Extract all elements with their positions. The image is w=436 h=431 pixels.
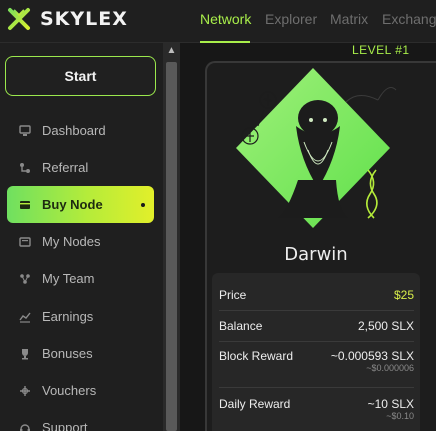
nodes-icon <box>18 235 32 249</box>
row-divider <box>219 310 414 311</box>
support-icon <box>18 421 32 431</box>
sidebar-item-label: Dashboard <box>42 123 106 138</box>
block-reward-label: Block Reward <box>219 349 294 363</box>
sidebar-scrollbar-thumb[interactable] <box>166 62 177 431</box>
brand[interactable]: SKYLEX <box>6 6 128 32</box>
team-icon <box>18 272 32 286</box>
referral-icon <box>18 161 32 175</box>
balance-value: 2,500 SLX <box>357 319 414 333</box>
start-button[interactable]: Start <box>5 56 156 96</box>
balance-row: Balance 2,500 SLX <box>219 319 414 333</box>
balance-label: Balance <box>219 319 263 333</box>
sidebar-item-label: Buy Node <box>42 197 103 212</box>
brand-name: SKYLEX <box>40 8 128 30</box>
price-label: Price <box>219 288 247 302</box>
daily-reward-usd: ~$0.10 <box>386 411 414 421</box>
sidebar-item-vouchers[interactable]: Vouchers <box>7 372 154 409</box>
scroll-up-icon[interactable]: ▲ <box>163 43 180 59</box>
trophy-icon <box>18 347 32 361</box>
sidebar-item-my-team[interactable]: My Team <box>7 260 154 297</box>
row-divider <box>219 341 414 342</box>
daily-reward-row: Daily Reward ~10 SLX ~$0.10 <box>219 397 414 427</box>
price-row: Price $25 <box>219 288 414 302</box>
sidebar-item-earnings[interactable]: Earnings <box>7 298 154 335</box>
sidebar-item-label: Support <box>42 420 88 431</box>
sidebar-item-dashboard[interactable]: Dashboard <box>7 112 154 149</box>
daily-reward-value: ~10 SLX <box>367 397 414 411</box>
block-reward-usd: ~$0.000006 <box>366 363 414 373</box>
sidebar-divider <box>0 42 180 43</box>
sidebar-item-label: Bonuses <box>42 346 93 361</box>
darwin-portrait-image <box>236 68 397 228</box>
tab-explorer[interactable]: Explorer <box>265 11 317 27</box>
active-indicator-dot <box>141 203 145 207</box>
level-badge: LEVEL #1 <box>352 43 410 57</box>
tab-exchange[interactable]: Exchange <box>382 11 436 27</box>
sidebar: SKYLEX Start Dashboard Referral Buy Node… <box>0 0 180 431</box>
block-reward-row: Block Reward ~0.000593 SLX ~$0.000006 <box>219 349 414 379</box>
sidebar-item-label: My Team <box>42 271 95 286</box>
row-divider <box>219 387 414 388</box>
monitor-icon <box>18 124 32 138</box>
skylex-logo-icon <box>8 8 30 30</box>
sidebar-item-referral[interactable]: Referral <box>7 149 154 186</box>
sidebar-item-label: Earnings <box>42 309 94 324</box>
sidebar-item-my-nodes[interactable]: My Nodes <box>7 223 154 260</box>
block-reward-value: ~0.000593 SLX <box>330 349 414 363</box>
node-name: Darwin <box>284 244 348 265</box>
chart-icon <box>18 310 32 324</box>
sidebar-item-label: Vouchers <box>42 383 97 398</box>
sidebar-item-bonuses[interactable]: Bonuses <box>7 335 154 372</box>
voucher-icon <box>18 384 32 398</box>
sidebar-item-label: My Nodes <box>42 234 101 249</box>
tab-network[interactable]: Network <box>200 11 251 27</box>
tab-matrix[interactable]: Matrix <box>330 11 368 27</box>
sidebar-item-label: Referral <box>42 160 89 175</box>
daily-reward-label: Daily Reward <box>219 397 291 411</box>
sidebar-item-support[interactable]: Support <box>7 409 154 431</box>
price-value: $25 <box>393 288 414 302</box>
wallet-icon <box>18 198 32 212</box>
sidebar-item-buy-node[interactable]: Buy Node <box>7 186 154 223</box>
